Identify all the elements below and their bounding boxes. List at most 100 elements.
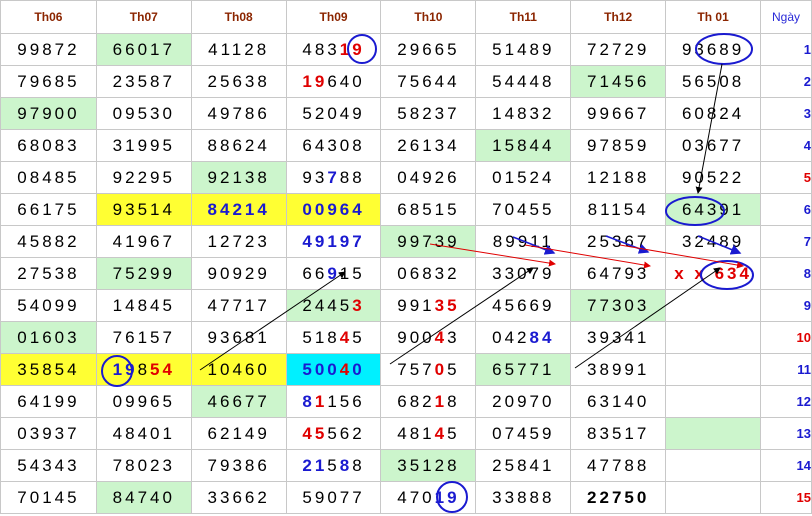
result-cell: x x 634 <box>665 257 762 290</box>
result-cell: 99739 <box>380 225 477 258</box>
digit-group: 09530 <box>112 103 175 123</box>
digit-group: 10460 <box>207 359 270 379</box>
digit-group: 66 <box>302 263 328 283</box>
digit-group: 78023 <box>112 455 175 475</box>
digit-group: 45669 <box>492 295 555 315</box>
digit-group: 19 <box>339 39 365 59</box>
result-cell <box>665 385 762 418</box>
result-cell: 81156 <box>285 385 382 418</box>
day-number: 11 <box>760 353 812 386</box>
digit-group: 45882 <box>17 231 80 251</box>
digit-group: 04926 <box>397 167 460 187</box>
digit-group: 5 <box>447 359 460 379</box>
digit-group: 25638 <box>207 71 270 91</box>
table-row: 45882 41967 12723 49197 99739 89911 25367 32489… <box>0 225 812 258</box>
digit-group: 79685 <box>17 71 80 91</box>
digit-group: x x <box>674 263 715 283</box>
digit-group: 4 <box>339 327 353 347</box>
digit-group: 25367 <box>587 231 650 251</box>
digit-group: 14832 <box>492 103 555 123</box>
result-cell: 72729 <box>570 33 667 66</box>
table-row: 64199 09965 46677 81156 68218 20970 63140 12 <box>0 385 812 418</box>
digit-group: 90522 <box>681 167 745 187</box>
result-cell: 66175 <box>0 193 97 226</box>
digit-group: 19 <box>434 487 460 507</box>
digit-group: 65771 <box>492 359 555 379</box>
digit-group: 81154 <box>587 199 649 219</box>
digit-group: 88 <box>339 167 365 187</box>
digit-group: 60824 <box>681 103 745 123</box>
result-cell: 65771 <box>475 353 572 386</box>
result-cell: 93681 <box>190 321 287 354</box>
result-cell <box>665 481 762 514</box>
digit-group: 22750 <box>587 487 650 507</box>
digit-group: 21 <box>302 455 328 475</box>
digit-group: 5 <box>447 423 460 443</box>
result-cell: 83517 <box>570 417 667 450</box>
digit-group: 64199 <box>17 391 80 411</box>
digit-group: 562 <box>327 423 365 443</box>
result-cell: 64793 <box>570 257 667 290</box>
digit-group: 35 <box>434 295 460 315</box>
day-number: 15 <box>760 481 812 514</box>
digit-group: 62149 <box>207 423 270 443</box>
digit-group: 77303 <box>587 295 650 315</box>
result-cell: 23587 <box>95 65 192 98</box>
digit-group: 46677 <box>207 391 270 411</box>
result-cell: 78023 <box>95 449 192 482</box>
day-number: 14 <box>760 449 812 482</box>
digit-group: 58237 <box>397 103 460 123</box>
result-cell: 70455 <box>475 193 572 226</box>
digit-group: 35854 <box>17 359 80 379</box>
digit-group: 84 <box>529 327 555 347</box>
result-cell: 49786 <box>190 97 287 130</box>
result-cell: 93788 <box>285 161 382 194</box>
digit-group: 83517 <box>587 423 650 443</box>
digit-group: 99667 <box>587 103 650 123</box>
digit-group: 33662 <box>207 487 270 507</box>
digit-group: 5 <box>327 455 340 475</box>
digit-group: 15844 <box>492 135 555 155</box>
digit-group: 483 <box>302 39 340 59</box>
result-cell: 75705 <box>380 353 477 386</box>
table-row: 35854 19854 10460 50040 75705 65771 38991 11 <box>0 353 812 386</box>
digit-group: 64391 <box>681 199 745 219</box>
result-cell: 99872 <box>0 33 97 66</box>
digit-group: 68515 <box>397 199 460 219</box>
result-cell: 99135 <box>380 289 477 322</box>
table-row: 54099 14845 47717 24453 99135 45669 77303 9 <box>0 289 812 322</box>
digit-group: 47788 <box>587 455 650 475</box>
digit-group: 47717 <box>207 295 270 315</box>
digit-group: 4 <box>339 359 353 379</box>
result-cell: 75644 <box>380 65 477 98</box>
result-cell: 81154 <box>570 193 667 226</box>
digit-group: 88624 <box>207 135 270 155</box>
result-cell: 09530 <box>95 97 192 130</box>
digit-group: 32489 <box>681 231 745 251</box>
result-cell: 68083 <box>0 129 97 162</box>
result-cell: 39341 <box>570 321 667 354</box>
column-header-th10: Th10 <box>380 0 477 34</box>
digit-group: 23587 <box>112 71 175 91</box>
table-row: 99872 66017 41128 48319 29665 51489 72729 93689… <box>0 33 812 66</box>
digit-group: 54 <box>150 359 175 379</box>
result-cell: 24453 <box>285 289 382 322</box>
result-cell: 12723 <box>190 225 287 258</box>
column-header-th11: Th11 <box>475 0 572 34</box>
header-row: Th06 Th07 Th08 Th09 Th10 Th11 Th12 Th 01… <box>0 0 812 34</box>
digit-group: 2445 <box>302 295 353 315</box>
result-cell: 08485 <box>0 161 97 194</box>
digit-group: 01603 <box>17 327 80 347</box>
result-cell: 15844 <box>475 129 572 162</box>
digit-group: 09965 <box>112 391 175 411</box>
digit-group: 29665 <box>397 39 460 59</box>
result-cell: 03937 <box>0 417 97 450</box>
digit-group: 0 <box>352 359 365 379</box>
digit-group: 93514 <box>112 199 175 219</box>
result-cell: 00964 <box>285 193 382 226</box>
column-header-th07: Th07 <box>95 0 192 34</box>
digit-group: 63140 <box>587 391 650 411</box>
column-header-th01: Th 01 <box>665 0 762 34</box>
digit-group: 991 <box>397 295 435 315</box>
digit-group: 39341 <box>587 327 650 347</box>
